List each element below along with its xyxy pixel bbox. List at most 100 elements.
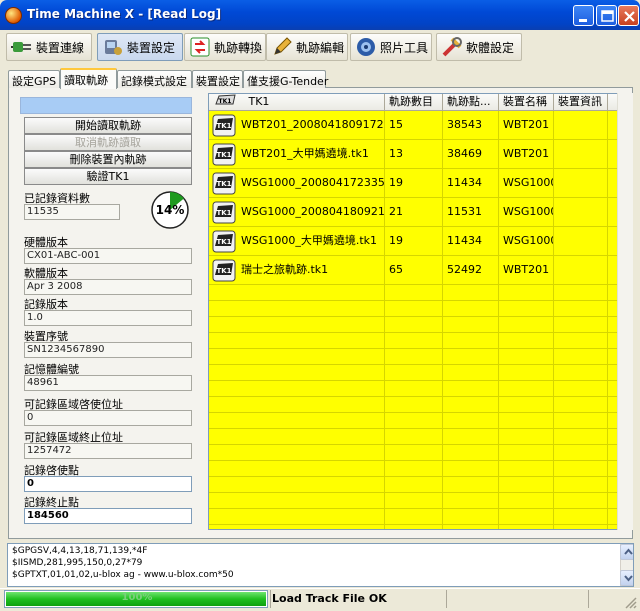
toolbar-connect-button[interactable]: 裝置連線 [6,33,92,61]
record-end-address-field: 1257472 [24,443,192,459]
progress-percent-label: 14% [156,203,185,217]
minimize-icon [579,19,587,22]
maximize-icon [601,10,614,22]
empty-row [209,365,624,381]
maximize-button[interactable] [596,5,617,26]
cell-track-points: 52492 [443,256,499,285]
scroll-up-button[interactable] [620,544,633,560]
table-scrollbar[interactable] [617,93,633,530]
cell-device-info [554,256,608,285]
tab-record-mode[interactable]: 記錄模式設定 [117,70,192,88]
column-header-device-info[interactable]: 裝置資訊 [554,94,608,111]
main-toolbar: 裝置連線 裝置設定 軌跡轉換 軌跡編輯 照片工具 軟體設定 [4,30,636,64]
cell-track-count: 19 [385,169,443,198]
file-name-text: WSG1000_20080418092111.tk1 [241,205,385,218]
hardware-version-field: CX01-ABC-001 [24,248,192,264]
memory-id-field: 48961 [24,375,192,391]
cell-track-points: 38543 [443,111,499,140]
title-bar[interactable]: Time Machine X - [Read Log] [0,0,640,30]
tab-read-track[interactable]: 讀取軌跡 [60,68,117,89]
record-start-point-field[interactable]: 0 [24,476,192,492]
tk1-file-icon: TK1 [212,114,236,137]
recorded-count-field: 11535 [24,204,120,220]
cell-track-points: 11434 [443,227,499,256]
file-name-text: 瑞士之旅軌跡.tk1 [241,263,329,276]
start-read-track-button[interactable]: 開始讀取軌跡 [24,117,192,134]
nmea-log[interactable]: $GPGSV,4,4,13,18,71,139,*4F $IISMD,281,9… [7,543,634,587]
cell-file-name: TK1 WBT201_大甲媽遶境.tk1 [209,140,385,169]
cell-device-info [554,169,608,198]
table-row[interactable]: TK1 WBT201_20080418091726.tk11538543WBT20… [209,111,624,140]
empty-row [209,301,624,317]
svg-text:TK1: TK1 [219,98,232,105]
window-title: Time Machine X - [Read Log] [27,7,222,21]
status-divider [270,590,271,608]
empty-row [209,493,624,509]
toolbar-convert-button[interactable]: 軌跡轉換 [184,33,266,61]
file-name-text: WBT201_大甲媽遶境.tk1 [241,147,369,160]
arrow-down-icon [624,575,633,582]
column-header-track-points[interactable]: 軌跡點... [443,94,499,111]
cell-file-name: TK1 瑞士之旅軌跡.tk1 [209,256,385,285]
camera-icon [355,36,377,58]
cell-device-name: WSG1000 [499,198,554,227]
cell-track-count: 21 [385,198,443,227]
svg-text:TK1: TK1 [216,267,231,275]
table-header: TK1 TK1 軌跡數目 軌跡點... 裝置名稱 裝置資訊 [209,94,624,111]
cell-device-name: WBT201 [499,140,554,169]
column-header-device-name[interactable]: 裝置名稱 [499,94,554,111]
tab-g-tender[interactable]: 僅支援G-Tender [243,70,328,88]
table-row[interactable]: TK1 WSG1000_20080417233535.tk11911434WSG1… [209,169,624,198]
progress-pie: 14% [150,190,190,230]
cell-file-name: TK1 WSG1000_20080418092111.tk1 [209,198,385,227]
record-end-point-field[interactable]: 184560 [24,508,192,524]
toolbar-edit-button[interactable]: 軌跡編輯 [266,33,348,61]
cell-device-name: WBT201 [499,256,554,285]
empty-row [209,413,624,429]
table-row[interactable]: TK1 瑞士之旅軌跡.tk1 65 52492 WBT201 [209,256,624,285]
delete-device-tracks-button[interactable]: 刪除裝置內軌跡 [24,151,192,168]
svg-text:TK1: TK1 [216,238,231,246]
tools-icon [441,36,463,58]
svg-text:TK1: TK1 [216,209,231,217]
empty-row [209,317,624,333]
tk1-file-icon: TK1 [212,230,236,253]
minimize-button[interactable] [573,5,594,26]
toolbar-label: 照片工具 [380,40,429,55]
status-divider [446,590,447,608]
scroll-down-button[interactable] [620,570,633,586]
column-header-track-count[interactable]: 軌跡數目 [385,94,443,111]
tab-gps-settings[interactable]: 設定GPS [8,70,60,88]
log-scrollbar[interactable] [620,544,633,586]
cell-track-points: 11531 [443,198,499,227]
table-row[interactable]: TK1 WBT201_大甲媽遶境.tk1 13 38469 WBT201 [209,140,624,169]
convert-icon [189,36,211,58]
file-name-text: WBT201_20080418091726.tk1 [241,118,384,131]
file-name-text: WSG1000_大甲媽遶境.tk1 [241,234,378,247]
table-row[interactable]: TK1 WSG1000_20080418092111.tk12111531WSG1… [209,198,624,227]
tk1-file-icon: TK1 [215,94,236,105]
resize-grip-icon[interactable] [624,596,638,610]
cell-device-info [554,198,608,227]
toolbar-device-settings-button[interactable]: 裝置設定 [97,33,183,61]
table-row[interactable]: TK1 WSG1000_大甲媽遶境.tk1 19 11434 WSG1000 [209,227,624,256]
column-header-tk1[interactable]: TK1 TK1 [209,94,385,111]
cell-file-name: TK1 WSG1000_大甲媽遶境.tk1 [209,227,385,256]
toolbar-photo-button[interactable]: 照片工具 [350,33,432,61]
tab-device-settings[interactable]: 裝置設定 [192,70,243,88]
close-button[interactable] [618,5,639,26]
load-progress-label: 100% [121,592,153,603]
cell-file-name: TK1 WSG1000_20080417233535.tk1 [209,169,385,198]
svg-text:TK1: TK1 [216,180,231,188]
verify-tk1-button[interactable]: 驗證TK1 [24,168,192,185]
toolbar-software-settings-button[interactable]: 軟體設定 [436,33,522,61]
cell-track-count: 19 [385,227,443,256]
record-version-field: 1.0 [24,310,192,326]
track-file-table[interactable]: TK1 TK1 軌跡數目 軌跡點... 裝置名稱 裝置資訊 TK1 WBT201_… [208,93,625,530]
empty-row [209,525,624,529]
cancel-read-track-button[interactable]: 取消軌跡讀取 [24,134,192,151]
svg-text:TK1: TK1 [216,122,231,130]
empty-row [209,333,624,349]
close-icon [624,11,635,22]
empty-row [209,381,624,397]
